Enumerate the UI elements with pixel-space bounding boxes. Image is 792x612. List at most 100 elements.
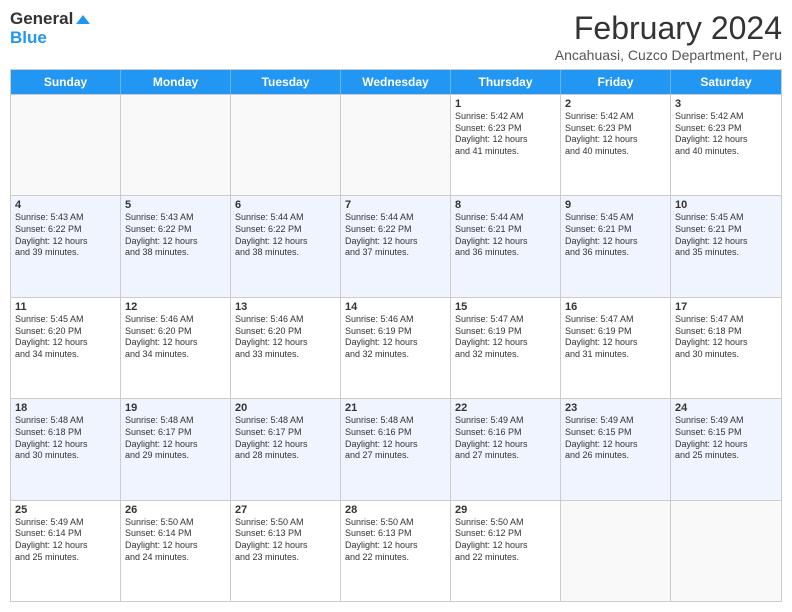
day-info: Sunrise: 5:44 AM Sunset: 6:22 PM Dayligh… bbox=[235, 212, 336, 259]
cal-cell-week5-day4: 28Sunrise: 5:50 AM Sunset: 6:13 PM Dayli… bbox=[341, 501, 451, 601]
day-number: 11 bbox=[15, 301, 116, 313]
cal-cell-week3-day5: 15Sunrise: 5:47 AM Sunset: 6:19 PM Dayli… bbox=[451, 298, 561, 398]
day-info: Sunrise: 5:47 AM Sunset: 6:19 PM Dayligh… bbox=[455, 314, 556, 361]
calendar-week-5: 25Sunrise: 5:49 AM Sunset: 6:14 PM Dayli… bbox=[11, 500, 781, 601]
day-number: 8 bbox=[455, 199, 556, 211]
day-info: Sunrise: 5:49 AM Sunset: 6:16 PM Dayligh… bbox=[455, 415, 556, 462]
day-info: Sunrise: 5:50 AM Sunset: 6:14 PM Dayligh… bbox=[125, 517, 226, 564]
weekday-header-wednesday: Wednesday bbox=[341, 70, 451, 94]
cal-cell-week2-day5: 8Sunrise: 5:44 AM Sunset: 6:21 PM Daylig… bbox=[451, 196, 561, 296]
cal-cell-week3-day4: 14Sunrise: 5:46 AM Sunset: 6:19 PM Dayli… bbox=[341, 298, 451, 398]
cal-cell-week1-day3 bbox=[231, 95, 341, 195]
cal-cell-week2-day4: 7Sunrise: 5:44 AM Sunset: 6:22 PM Daylig… bbox=[341, 196, 451, 296]
cal-cell-week2-day7: 10Sunrise: 5:45 AM Sunset: 6:21 PM Dayli… bbox=[671, 196, 781, 296]
day-number: 27 bbox=[235, 504, 336, 516]
cal-cell-week5-day5: 29Sunrise: 5:50 AM Sunset: 6:12 PM Dayli… bbox=[451, 501, 561, 601]
day-number: 22 bbox=[455, 402, 556, 414]
cal-cell-week3-day1: 11Sunrise: 5:45 AM Sunset: 6:20 PM Dayli… bbox=[11, 298, 121, 398]
day-number: 9 bbox=[565, 199, 666, 211]
day-info: Sunrise: 5:47 AM Sunset: 6:18 PM Dayligh… bbox=[675, 314, 777, 361]
cal-cell-week4-day4: 21Sunrise: 5:48 AM Sunset: 6:16 PM Dayli… bbox=[341, 399, 451, 499]
day-number: 20 bbox=[235, 402, 336, 414]
calendar-week-4: 18Sunrise: 5:48 AM Sunset: 6:18 PM Dayli… bbox=[11, 398, 781, 499]
day-number: 1 bbox=[455, 98, 556, 110]
cal-cell-week2-day2: 5Sunrise: 5:43 AM Sunset: 6:22 PM Daylig… bbox=[121, 196, 231, 296]
day-info: Sunrise: 5:48 AM Sunset: 6:17 PM Dayligh… bbox=[125, 415, 226, 462]
main-title: February 2024 bbox=[555, 10, 782, 47]
day-info: Sunrise: 5:48 AM Sunset: 6:16 PM Dayligh… bbox=[345, 415, 446, 462]
logo: General Blue bbox=[10, 10, 90, 47]
weekday-header-monday: Monday bbox=[121, 70, 231, 94]
day-info: Sunrise: 5:49 AM Sunset: 6:15 PM Dayligh… bbox=[675, 415, 777, 462]
weekday-header-saturday: Saturday bbox=[671, 70, 781, 94]
cal-cell-week2-day6: 9Sunrise: 5:45 AM Sunset: 6:21 PM Daylig… bbox=[561, 196, 671, 296]
day-number: 4 bbox=[15, 199, 116, 211]
cal-cell-week4-day5: 22Sunrise: 5:49 AM Sunset: 6:16 PM Dayli… bbox=[451, 399, 561, 499]
cal-cell-week1-day2 bbox=[121, 95, 231, 195]
day-number: 25 bbox=[15, 504, 116, 516]
cal-cell-week3-day3: 13Sunrise: 5:46 AM Sunset: 6:20 PM Dayli… bbox=[231, 298, 341, 398]
logo-general-text: General bbox=[10, 10, 90, 29]
cal-cell-week4-day3: 20Sunrise: 5:48 AM Sunset: 6:17 PM Dayli… bbox=[231, 399, 341, 499]
day-info: Sunrise: 5:42 AM Sunset: 6:23 PM Dayligh… bbox=[455, 111, 556, 158]
day-number: 13 bbox=[235, 301, 336, 313]
day-info: Sunrise: 5:45 AM Sunset: 6:21 PM Dayligh… bbox=[565, 212, 666, 259]
day-info: Sunrise: 5:46 AM Sunset: 6:20 PM Dayligh… bbox=[235, 314, 336, 361]
day-number: 28 bbox=[345, 504, 446, 516]
day-number: 5 bbox=[125, 199, 226, 211]
cal-cell-week1-day7: 3Sunrise: 5:42 AM Sunset: 6:23 PM Daylig… bbox=[671, 95, 781, 195]
day-number: 10 bbox=[675, 199, 777, 211]
day-number: 24 bbox=[675, 402, 777, 414]
day-number: 3 bbox=[675, 98, 777, 110]
calendar-header-row: SundayMondayTuesdayWednesdayThursdayFrid… bbox=[11, 70, 781, 94]
cal-cell-week3-day2: 12Sunrise: 5:46 AM Sunset: 6:20 PM Dayli… bbox=[121, 298, 231, 398]
day-number: 23 bbox=[565, 402, 666, 414]
day-info: Sunrise: 5:43 AM Sunset: 6:22 PM Dayligh… bbox=[125, 212, 226, 259]
header: General Blue February 2024 Ancahuasi, Cu… bbox=[10, 10, 782, 63]
day-number: 12 bbox=[125, 301, 226, 313]
day-number: 21 bbox=[345, 402, 446, 414]
day-number: 18 bbox=[15, 402, 116, 414]
day-info: Sunrise: 5:44 AM Sunset: 6:21 PM Dayligh… bbox=[455, 212, 556, 259]
day-info: Sunrise: 5:48 AM Sunset: 6:18 PM Dayligh… bbox=[15, 415, 116, 462]
calendar-week-3: 11Sunrise: 5:45 AM Sunset: 6:20 PM Dayli… bbox=[11, 297, 781, 398]
day-number: 16 bbox=[565, 301, 666, 313]
cal-cell-week1-day6: 2Sunrise: 5:42 AM Sunset: 6:23 PM Daylig… bbox=[561, 95, 671, 195]
day-number: 19 bbox=[125, 402, 226, 414]
day-info: Sunrise: 5:46 AM Sunset: 6:20 PM Dayligh… bbox=[125, 314, 226, 361]
day-number: 15 bbox=[455, 301, 556, 313]
cal-cell-week1-day5: 1Sunrise: 5:42 AM Sunset: 6:23 PM Daylig… bbox=[451, 95, 561, 195]
day-info: Sunrise: 5:46 AM Sunset: 6:19 PM Dayligh… bbox=[345, 314, 446, 361]
weekday-header-sunday: Sunday bbox=[11, 70, 121, 94]
calendar: SundayMondayTuesdayWednesdayThursdayFrid… bbox=[10, 69, 782, 602]
weekday-header-friday: Friday bbox=[561, 70, 671, 94]
day-number: 17 bbox=[675, 301, 777, 313]
cal-cell-week4-day1: 18Sunrise: 5:48 AM Sunset: 6:18 PM Dayli… bbox=[11, 399, 121, 499]
cal-cell-week5-day1: 25Sunrise: 5:49 AM Sunset: 6:14 PM Dayli… bbox=[11, 501, 121, 601]
day-info: Sunrise: 5:42 AM Sunset: 6:23 PM Dayligh… bbox=[675, 111, 777, 158]
day-number: 7 bbox=[345, 199, 446, 211]
cal-cell-week5-day2: 26Sunrise: 5:50 AM Sunset: 6:14 PM Dayli… bbox=[121, 501, 231, 601]
day-info: Sunrise: 5:45 AM Sunset: 6:20 PM Dayligh… bbox=[15, 314, 116, 361]
logo-blue-text: Blue bbox=[10, 29, 90, 48]
cal-cell-week4-day2: 19Sunrise: 5:48 AM Sunset: 6:17 PM Dayli… bbox=[121, 399, 231, 499]
cal-cell-week4-day6: 23Sunrise: 5:49 AM Sunset: 6:15 PM Dayli… bbox=[561, 399, 671, 499]
cal-cell-week2-day3: 6Sunrise: 5:44 AM Sunset: 6:22 PM Daylig… bbox=[231, 196, 341, 296]
day-info: Sunrise: 5:50 AM Sunset: 6:13 PM Dayligh… bbox=[235, 517, 336, 564]
day-info: Sunrise: 5:44 AM Sunset: 6:22 PM Dayligh… bbox=[345, 212, 446, 259]
day-info: Sunrise: 5:48 AM Sunset: 6:17 PM Dayligh… bbox=[235, 415, 336, 462]
day-number: 2 bbox=[565, 98, 666, 110]
calendar-week-1: 1Sunrise: 5:42 AM Sunset: 6:23 PM Daylig… bbox=[11, 94, 781, 195]
day-number: 26 bbox=[125, 504, 226, 516]
cal-cell-week2-day1: 4Sunrise: 5:43 AM Sunset: 6:22 PM Daylig… bbox=[11, 196, 121, 296]
day-info: Sunrise: 5:49 AM Sunset: 6:15 PM Dayligh… bbox=[565, 415, 666, 462]
cal-cell-week5-day7 bbox=[671, 501, 781, 601]
weekday-header-thursday: Thursday bbox=[451, 70, 561, 94]
day-info: Sunrise: 5:43 AM Sunset: 6:22 PM Dayligh… bbox=[15, 212, 116, 259]
day-info: Sunrise: 5:42 AM Sunset: 6:23 PM Dayligh… bbox=[565, 111, 666, 158]
day-info: Sunrise: 5:49 AM Sunset: 6:14 PM Dayligh… bbox=[15, 517, 116, 564]
day-info: Sunrise: 5:50 AM Sunset: 6:12 PM Dayligh… bbox=[455, 517, 556, 564]
calendar-week-2: 4Sunrise: 5:43 AM Sunset: 6:22 PM Daylig… bbox=[11, 195, 781, 296]
cal-cell-week5-day6 bbox=[561, 501, 671, 601]
subtitle: Ancahuasi, Cuzco Department, Peru bbox=[555, 47, 782, 63]
